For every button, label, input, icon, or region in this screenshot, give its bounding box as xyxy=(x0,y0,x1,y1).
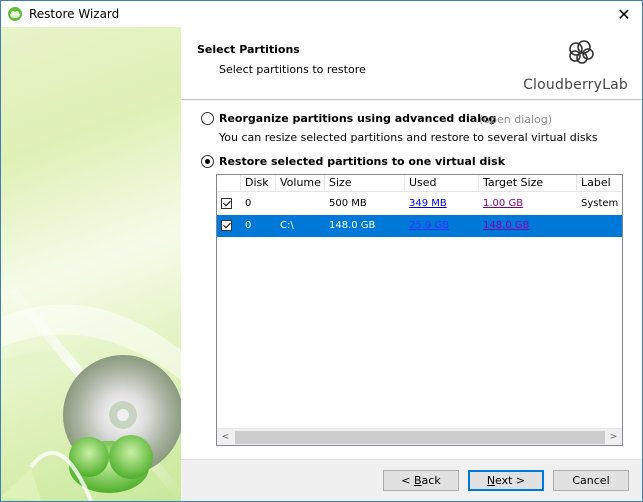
open-dialog-link[interactable]: (open dialog) xyxy=(479,113,552,126)
wizard-sidebar-artwork xyxy=(1,27,181,501)
cell-disk: 0 xyxy=(245,198,252,209)
wizard-content: Reorganize partitions using advanced dia… xyxy=(181,101,642,459)
cell-target-size-link[interactable]: 148.0 GB xyxy=(483,220,529,231)
partitions-table: Disk Volume Size Used Target Size Label … xyxy=(216,174,623,446)
radio-restore-one-disk[interactable] xyxy=(201,155,214,168)
table-row[interactable]: 0 C:\ 148.0 GB 25.9 GB 148.0 GB xyxy=(217,215,622,237)
page-subtitle: Select partitions to restore xyxy=(219,63,366,76)
column-header-used[interactable]: Used xyxy=(405,175,479,192)
next-button[interactable]: Next > xyxy=(468,470,544,491)
column-header-target-size[interactable]: Target Size xyxy=(479,175,577,192)
row-checkbox[interactable] xyxy=(221,198,232,209)
window-title: Restore Wizard xyxy=(29,7,120,21)
table-header: Disk Volume Size Used Target Size Label xyxy=(217,175,622,192)
horizontal-scrollbar[interactable]: < > xyxy=(217,428,622,445)
cell-volume xyxy=(276,193,325,215)
cell-label: System xyxy=(581,198,619,209)
scrollbar-thumb[interactable] xyxy=(235,431,605,444)
cell-target-size-link[interactable]: 1.00 GB xyxy=(483,198,523,209)
column-header-label[interactable]: Label xyxy=(577,175,622,192)
cell-disk: 0 xyxy=(245,220,252,231)
wizard-footer: < Back Next > Cancel xyxy=(181,459,642,501)
wizard-header: Select Partitions Select partitions to r… xyxy=(181,27,642,100)
cell-size: 148.0 GB xyxy=(329,220,376,231)
page-title: Select Partitions xyxy=(197,43,300,56)
option-reorganize-label: Reorganize partitions using advanced dia… xyxy=(219,112,497,125)
cell-used-link[interactable]: 349 MB xyxy=(409,198,447,209)
cloudberry-logo-icon xyxy=(569,40,594,64)
option-restore-one-disk-label: Restore selected partitions to one virtu… xyxy=(219,155,506,168)
table-row[interactable]: 0 500 MB 349 MB 1.00 GB System xyxy=(217,193,622,215)
radio-reorganize-partitions[interactable] xyxy=(201,112,214,125)
cloudberry-logo: CloudberryLab xyxy=(523,37,628,93)
close-icon: ✕ xyxy=(617,4,631,24)
cell-used-link[interactable]: 25.9 GB xyxy=(409,220,449,231)
scroll-left-icon[interactable]: < xyxy=(217,429,234,445)
row-checkbox[interactable] xyxy=(221,220,232,231)
cd-disc-icon xyxy=(1,273,181,501)
restore-wizard-window: Restore Wizard ✕ Select Partitions Selec… xyxy=(0,0,643,502)
logo-text: CloudberryLab xyxy=(523,77,628,93)
cell-size: 500 MB xyxy=(329,198,367,209)
cell-volume: C:\ xyxy=(280,220,294,231)
close-button[interactable]: ✕ xyxy=(606,1,642,27)
scroll-right-icon[interactable]: > xyxy=(605,429,622,445)
column-header-check[interactable] xyxy=(217,175,241,192)
back-button[interactable]: < Back xyxy=(383,470,459,491)
cloudberry-app-icon xyxy=(8,7,22,21)
column-header-volume[interactable]: Volume xyxy=(276,175,325,192)
column-header-disk[interactable]: Disk xyxy=(241,175,276,192)
title-bar[interactable]: Restore Wizard ✕ xyxy=(1,1,642,27)
cancel-button[interactable]: Cancel xyxy=(553,470,629,491)
column-header-size[interactable]: Size xyxy=(325,175,405,192)
option-reorganize-description: You can resize selected partitions and r… xyxy=(219,131,598,144)
cell-label xyxy=(577,215,622,237)
